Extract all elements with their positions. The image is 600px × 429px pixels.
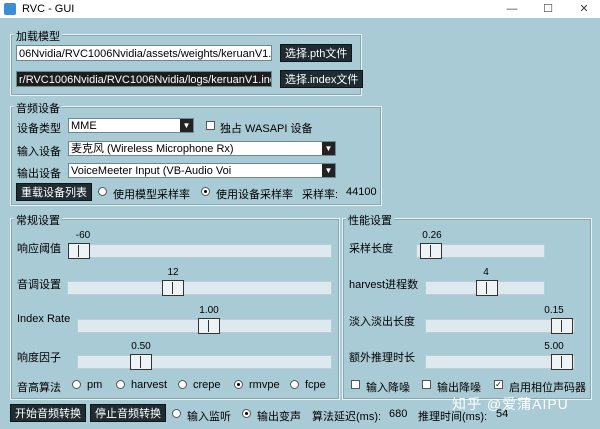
watermark: 知乎 @爱蒲AIPU: [452, 396, 569, 412]
input-device-select[interactable]: 麦克风 (Wireless Microphone Rx) ▼: [68, 141, 336, 156]
output-device-select[interactable]: VoiceMeeter Input (VB-Audio Voi ▼: [68, 163, 336, 178]
output-device-label: 输出设备: [17, 168, 61, 180]
select-pth-button[interactable]: 选择.pth文件: [280, 44, 353, 62]
sample-rate-label: 采样率:: [302, 189, 339, 201]
phase-vocoder-label: 启用相位声码器: [509, 382, 586, 394]
rms-label: 响度因子: [17, 352, 61, 364]
start-conversion-button[interactable]: 开始音频转换: [10, 404, 86, 422]
f0-method-label: 音高算法: [17, 382, 61, 394]
pitch-slider[interactable]: [67, 280, 332, 296]
pitch-slider-thumb[interactable]: [162, 280, 184, 296]
f0-option-crepe: crepe: [193, 379, 221, 391]
f0-radio-harvest[interactable]: [116, 380, 125, 389]
extra-time-slider[interactable]: [425, 354, 575, 370]
output-device-value: VoiceMeeter Input (VB-Audio Voi: [71, 165, 232, 177]
crossfade-label: 淡入淡出长度: [349, 316, 415, 328]
block-size-slider-thumb[interactable]: [420, 243, 442, 259]
rms-value: 0.50: [131, 341, 151, 352]
f0-option-rmvpe: rmvpe: [249, 379, 280, 391]
sample-rate-value: 44100: [346, 186, 377, 198]
output-noise-reduce-label: 输出降噪: [437, 382, 481, 394]
block-size-label: 采样长度: [349, 243, 393, 255]
select-index-button[interactable]: 选择.index文件: [280, 70, 364, 88]
app-icon: [4, 3, 16, 15]
pth-path-field[interactable]: 06Nvidia/RVC1006Nvidia/assets/weights/ke…: [16, 45, 272, 61]
block-size-value: 0.26: [422, 230, 442, 241]
index-rate-slider[interactable]: [77, 318, 332, 334]
use-model-rate-label: 使用模型采样率: [113, 189, 190, 201]
output-voice-label: 输出变声: [257, 411, 301, 423]
index-rate-slider-thumb[interactable]: [198, 318, 220, 334]
block-size-slider[interactable]: [416, 243, 545, 259]
pitch-label: 音调设置: [17, 279, 61, 291]
extra-time-slider-thumb[interactable]: [551, 354, 573, 370]
f0-option-harvest: harvest: [131, 379, 168, 391]
input-noise-reduce-checkbox[interactable]: [351, 380, 360, 389]
f0-radio-rmvpe[interactable]: [234, 380, 243, 389]
device-type-label: 设备类型: [17, 123, 61, 135]
general-settings-label: 常规设置: [14, 212, 62, 228]
harvest-procs-slider-thumb[interactable]: [476, 280, 498, 296]
output-noise-reduce-checkbox[interactable]: [422, 380, 431, 389]
algo-delay-value: 680: [389, 408, 408, 420]
index-rate-value: 1.00: [199, 305, 219, 316]
harvest-procs-label: harvest进程数: [349, 279, 419, 291]
minimize-button[interactable]: —: [504, 1, 520, 17]
use-device-rate-radio[interactable]: [201, 187, 210, 196]
device-type-value: MME: [71, 120, 97, 132]
harvest-procs-value: 4: [483, 267, 489, 278]
crossfade-value: 0.15: [544, 305, 564, 316]
input-monitor-label: 输入监听: [187, 411, 231, 423]
reload-devices-button[interactable]: 重载设备列表: [16, 183, 92, 201]
crossfade-slider-thumb[interactable]: [551, 318, 573, 334]
stop-conversion-button[interactable]: 停止音频转换: [90, 404, 166, 422]
output-voice-radio[interactable]: [242, 409, 251, 418]
performance-settings-label: 性能设置: [346, 212, 394, 228]
rms-slider[interactable]: [77, 354, 332, 370]
crossfade-slider[interactable]: [425, 318, 575, 334]
input-noise-reduce-label: 输入降噪: [366, 382, 410, 394]
chevron-down-icon: ▼: [322, 164, 335, 177]
load-model-label: 加载模型: [14, 28, 62, 44]
extra-time-value: 5.00: [544, 341, 564, 352]
maximize-button[interactable]: ☐: [540, 1, 556, 17]
f0-radio-fcpe[interactable]: [290, 380, 299, 389]
title-bar: RVC - GUI — ☐ ✕: [0, 0, 600, 18]
input-device-value: 麦克风 (Wireless Microphone Rx): [71, 143, 234, 155]
f0-option-pm: pm: [87, 379, 103, 391]
threshold-value: -60: [75, 230, 91, 241]
f0-radio-pm[interactable]: [72, 380, 81, 389]
harvest-procs-slider[interactable]: [425, 280, 545, 296]
chevron-down-icon: ▼: [180, 119, 193, 132]
exclusive-wasapi-checkbox[interactable]: [206, 121, 215, 130]
input-device-label: 输入设备: [17, 146, 61, 158]
pitch-value: 12: [167, 267, 179, 278]
threshold-slider-thumb[interactable]: [68, 243, 90, 259]
threshold-label: 响应阈值: [17, 243, 61, 255]
audio-device-label: 音频设备: [14, 100, 62, 116]
index-path-field[interactable]: r/RVC1006Nvidia/RVC1006Nvidia/logs/kerua…: [16, 71, 272, 87]
phase-vocoder-checkbox[interactable]: ✓: [494, 380, 503, 389]
input-monitor-radio[interactable]: [172, 409, 181, 418]
index-rate-label: Index Rate: [17, 313, 71, 325]
exclusive-wasapi-label: 独占 WASAPI 设备: [220, 123, 313, 135]
use-model-rate-radio[interactable]: [98, 187, 107, 196]
window-title: RVC - GUI: [22, 3, 75, 15]
rms-slider-thumb[interactable]: [130, 354, 152, 370]
algo-delay-label: 算法延迟(ms):: [312, 411, 382, 423]
use-device-rate-label: 使用设备采样率: [216, 189, 293, 201]
device-type-select[interactable]: MME ▼: [68, 118, 194, 133]
chevron-down-icon: ▼: [322, 142, 335, 155]
close-button[interactable]: ✕: [576, 1, 592, 17]
f0-radio-crepe[interactable]: [178, 380, 187, 389]
threshold-slider[interactable]: [67, 243, 332, 259]
extra-time-label: 额外推理时长: [349, 352, 415, 364]
f0-option-fcpe: fcpe: [305, 379, 326, 391]
